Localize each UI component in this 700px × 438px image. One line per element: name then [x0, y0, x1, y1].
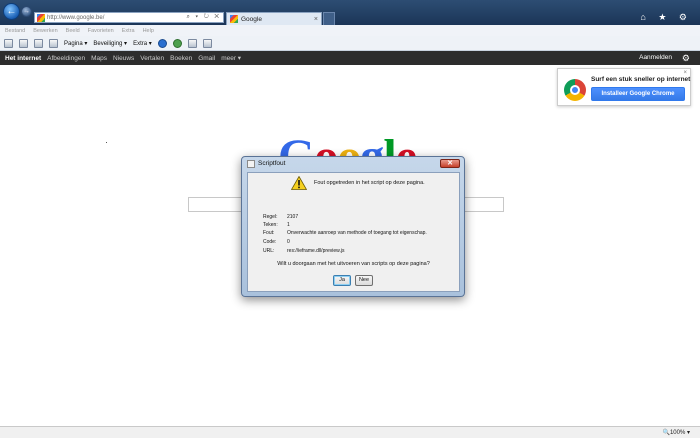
field-value: res://ieframe.dll/preview.js — [287, 248, 345, 254]
print-icon[interactable] — [49, 38, 58, 48]
field-value: 2107 — [287, 214, 299, 220]
field-row: Teken: 1 — [263, 222, 290, 228]
error-message: Fout opgetreden in het script op deze pa… — [314, 180, 425, 186]
gbar-link-maps[interactable]: Maps — [91, 55, 107, 62]
no-button[interactable]: Nee — [355, 275, 373, 286]
field-key: URL: — [263, 248, 275, 254]
gbar-link-web[interactable]: Het internet — [5, 55, 41, 62]
feeds-icon[interactable] — [19, 38, 28, 48]
command-bar: Pagina ▾ Beveiliging ▾ Extra ▾ — [0, 36, 700, 51]
menu-beeld[interactable]: Beeld — [66, 28, 80, 34]
page-menu[interactable]: Pagina ▾ — [64, 40, 87, 47]
chrome-logo-icon — [564, 79, 586, 101]
gbar-link-news[interactable]: Nieuws — [113, 55, 134, 62]
dialog-title: Scriptfout — [258, 160, 286, 167]
field-row: Fout: Onverwachte aanroep van methode of … — [263, 230, 427, 236]
field-value: 1 — [287, 222, 290, 228]
extra-menu[interactable]: Extra ▾ — [133, 40, 152, 47]
tab-close-icon[interactable]: × — [314, 16, 321, 23]
menu-extra[interactable]: Extra — [122, 28, 135, 34]
stray-dot — [106, 142, 107, 143]
google-favicon-icon — [37, 13, 45, 22]
script-error-dialog: Scriptfout ✕ Fout opgetreden in het scri… — [241, 156, 465, 297]
menu-bewerken[interactable]: Bewerken — [33, 28, 57, 34]
browser-title-bar: ← → http://www.google.be/ ⌕ ▾ ↻ ✕ Google… — [0, 0, 700, 25]
gbar-link-books[interactable]: Boeken — [170, 55, 192, 62]
dialog-app-icon — [247, 160, 255, 168]
field-row: Code: 0 — [263, 239, 290, 245]
security-menu[interactable]: Beveiliging ▾ — [93, 40, 127, 47]
field-key: Code: — [263, 239, 277, 245]
gbar-link-gmail[interactable]: Gmail — [198, 55, 215, 62]
install-chrome-button[interactable]: Installeer Google Chrome — [591, 87, 685, 101]
menu-bar: Bestand Bewerken Beeld Favorieten Extra … — [0, 25, 700, 36]
warning-icon — [291, 176, 307, 190]
blog-icon[interactable] — [202, 38, 212, 48]
google-bar: Het internet Afbeeldingen Maps Nieuws Ve… — [0, 51, 700, 65]
field-value: Onverwachte aanroep van methode of toega… — [287, 230, 427, 236]
continue-question: Wilt u doorgaan met het uitvoeren van sc… — [277, 261, 430, 267]
field-key: Regel: — [263, 214, 278, 220]
menu-favorieten[interactable]: Favorieten — [88, 28, 114, 34]
research-icon[interactable] — [172, 38, 182, 48]
tab-label: Google — [241, 15, 262, 23]
field-row: Regel: 2107 — [263, 214, 298, 220]
messenger-icon[interactable] — [187, 38, 197, 48]
field-value: 0 — [287, 239, 290, 245]
new-tab-button[interactable] — [323, 12, 335, 25]
home-icon[interactable] — [4, 38, 13, 48]
field-row: URL: res://ieframe.dll/preview.js — [263, 248, 345, 254]
forward-button[interactable]: → — [21, 6, 32, 17]
chrome-promo: × Surf een stuk sneller op internet Inst… — [557, 68, 691, 106]
zoom-level[interactable]: 🔍100% ▾ — [663, 429, 691, 436]
help-icon[interactable] — [157, 38, 167, 48]
dialog-content: Fout opgetreden in het script op deze pa… — [247, 172, 460, 292]
field-key: Teken: — [263, 222, 278, 228]
address-url[interactable]: http://www.google.be/ — [47, 15, 186, 21]
status-bar: 🔍100% ▾ — [0, 426, 700, 438]
signin-link[interactable]: Aanmelden — [639, 54, 672, 61]
gbar-link-images[interactable]: Afbeeldingen — [47, 55, 85, 62]
yes-button[interactable]: Ja — [333, 275, 351, 286]
tab-favicon-icon — [230, 15, 238, 23]
gear-icon[interactable]: ⚙ — [682, 53, 690, 63]
menu-bestand[interactable]: Bestand — [5, 28, 25, 34]
menu-help[interactable]: Help — [143, 28, 154, 34]
back-button[interactable]: ← — [3, 3, 20, 20]
home-favorites-tools-icons[interactable]: ⌂ ★ ⚙ — [640, 12, 692, 23]
field-key: Fout: — [263, 230, 275, 236]
promo-title: Surf een stuk sneller op internet — [591, 76, 691, 83]
address-bar[interactable]: http://www.google.be/ ⌕ ▾ ↻ ✕ — [34, 12, 224, 23]
gbar-link-more[interactable]: meer ▾ — [221, 54, 241, 62]
dialog-close-button[interactable]: ✕ — [440, 159, 460, 168]
tab-google[interactable]: Google × — [226, 12, 322, 25]
mail-icon[interactable] — [34, 38, 43, 48]
address-controls[interactable]: ⌕ ▾ ↻ ✕ — [186, 14, 223, 21]
gbar-link-translate[interactable]: Vertalen — [140, 55, 164, 62]
